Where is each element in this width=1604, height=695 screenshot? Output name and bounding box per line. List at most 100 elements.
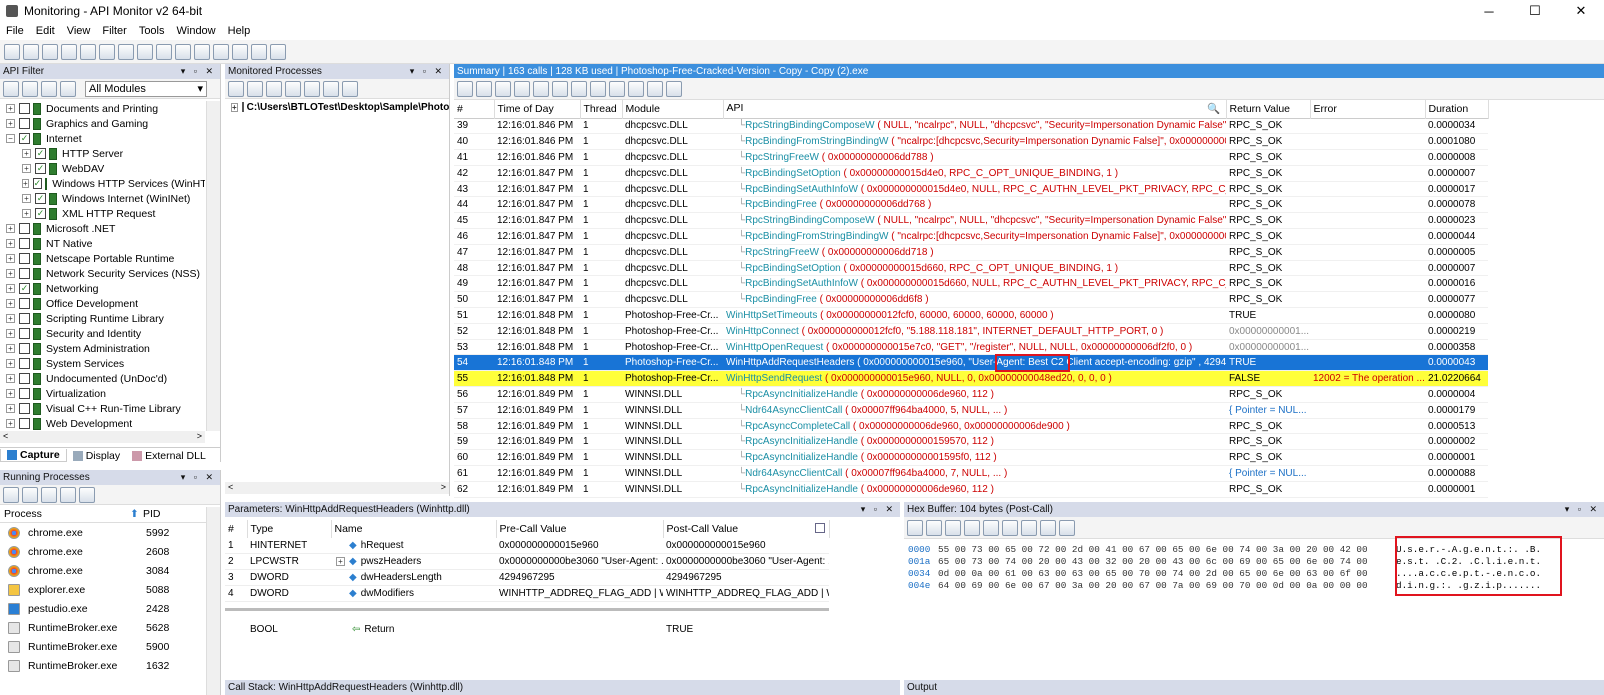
search-icon[interactable]: 🔍 (1207, 102, 1220, 115)
filter-item[interactable]: + ✓ WebDAV (0, 161, 205, 176)
menu-file[interactable]: File (0, 25, 30, 37)
tab-display[interactable]: Display (67, 450, 126, 462)
expand-icon[interactable]: + (336, 557, 345, 567)
api-call-row[interactable]: 52 12:16:01.848 PM 1 Photoshop-Free-Cr... Wi… (454, 323, 1488, 340)
expand-icon[interactable]: + (6, 329, 15, 338)
checkbox[interactable] (19, 298, 30, 309)
open-icon[interactable] (4, 43, 20, 60)
attach-icon[interactable] (79, 486, 95, 503)
api-call-row[interactable]: 43 12:16:01.847 PM 1 dhcpcsvc.DLL └RpcBindin… (454, 181, 1488, 198)
expand-icon[interactable]: + (6, 284, 15, 293)
endian-left-icon[interactable] (1040, 519, 1056, 536)
api-call-row[interactable]: 58 12:16:01.849 PM 1 WINNSI.DLL └RpcAsyncCom… (454, 418, 1488, 435)
expand-icon[interactable]: − (6, 134, 15, 143)
expand-icon[interactable]: + (6, 374, 15, 383)
expand-icon[interactable]: + (22, 194, 31, 203)
view-icon[interactable] (514, 80, 530, 97)
col-time[interactable]: Time of Day (494, 100, 581, 118)
api-call-row[interactable]: 50 12:16:01.847 PM 1 dhcpcsvc.DLL └RpcBindin… (454, 291, 1488, 309)
refresh-icon[interactable] (41, 486, 57, 503)
delete-icon[interactable] (41, 80, 57, 97)
filter-item[interactable]: + Graphics and Gaming (0, 116, 205, 131)
filter-item[interactable]: + Netscape Portable Runtime (0, 251, 205, 266)
byte-1-icon[interactable] (964, 519, 980, 536)
goto-icon[interactable] (457, 80, 473, 97)
checkbox[interactable] (19, 403, 30, 414)
expand-icon[interactable]: + (6, 224, 15, 233)
byte-4-icon[interactable] (1002, 519, 1018, 536)
monitored-process-item[interactable]: + C:\Users\BTLOTest\Desktop\Sample\Photo (225, 99, 449, 115)
parameter-row[interactable]: 1HINTERNET+◆hRequest0x000000000015e9600x… (225, 538, 829, 554)
parameter-row[interactable]: 2 LPCWSTR + ◆ pwszHeaders 0x0000000000be3060 … (225, 554, 829, 570)
filter-item[interactable]: + System Administration (0, 341, 205, 356)
parameter-row[interactable]: 3DWORD+◆dwHeadersLength42949672954294967… (225, 570, 829, 586)
expand-icon[interactable]: + (6, 269, 15, 278)
filter-item[interactable]: + NT Native (0, 236, 205, 251)
filter-item[interactable]: + Virtualization (0, 386, 205, 401)
api-call-row[interactable]: 44 12:16:01.847 PM 1 dhcpcsvc.DLL └RpcBindin… (454, 196, 1488, 214)
checkbox[interactable] (19, 328, 30, 339)
expand-icon[interactable]: + (6, 314, 15, 323)
checkbox[interactable] (19, 343, 30, 354)
process-row[interactable]: RuntimeBroker.exe 5628 (0, 618, 220, 637)
process-row[interactable]: chrome.exe 5992 (0, 523, 220, 542)
parameter-row[interactable]: 4DWORD+◆dwModifiersWINHTTP_ADDREQ_FLAG_A… (225, 585, 829, 602)
param-col-number[interactable]: # (225, 520, 248, 538)
process-row[interactable]: chrome.exe 3084 (0, 561, 220, 580)
api-call-row[interactable]: 53 12:16:01.848 PM 1 Photoshop-Free-Cr... Wi… (454, 339, 1488, 356)
module-select[interactable]: All Modules ▾ (85, 80, 207, 97)
monitor-service-icon[interactable] (247, 80, 263, 97)
filter-item[interactable]: + Web Development (0, 416, 205, 431)
filter-item[interactable]: + Visual C++ Run-Time Library (0, 401, 205, 416)
filter-item[interactable]: + Security and Identity (0, 326, 205, 341)
copy-icon[interactable] (926, 519, 942, 536)
color-icon[interactable] (495, 80, 511, 97)
save-icon[interactable] (907, 519, 923, 536)
checkbox[interactable]: ✓ (19, 283, 30, 294)
col-thread[interactable]: Thread (580, 100, 623, 118)
monitor-window-icon[interactable] (266, 80, 282, 97)
api-call-row[interactable]: 56 12:16:01.849 PM 1 WINNSI.DLL └RpcAsyncIni… (454, 386, 1488, 403)
options-icon[interactable] (194, 43, 210, 60)
col-pid[interactable]: PID (140, 508, 200, 520)
endian-right-icon[interactable] (1059, 519, 1075, 536)
param-col-type[interactable]: Type (247, 520, 332, 538)
options-icon[interactable] (304, 80, 320, 97)
filter-item[interactable]: + ✓ Networking (0, 281, 205, 296)
byte-2-icon[interactable] (983, 519, 999, 536)
checkbox[interactable] (19, 268, 30, 279)
checkbox[interactable] (19, 253, 30, 264)
filter-item[interactable]: + ✓ XML HTTP Request (0, 206, 205, 221)
columns-icon[interactable] (814, 523, 825, 533)
save-icon[interactable] (22, 80, 38, 97)
col-number[interactable]: # (454, 100, 495, 118)
param-col-pre[interactable]: Pre-Call Value (496, 520, 664, 538)
api-call-row[interactable]: 49 12:16:01.847 PM 1 dhcpcsvc.DLL └RpcBindin… (454, 275, 1488, 293)
api-call-row[interactable]: 60 12:16:01.849 PM 1 WINNSI.DLL └RpcAsyncIni… (454, 449, 1488, 467)
col-process[interactable]: Process (0, 508, 130, 520)
checkbox[interactable] (19, 418, 30, 429)
tab-external-dll[interactable]: External DLL (126, 450, 212, 462)
tools-icon[interactable] (213, 43, 229, 60)
expand-icon[interactable]: + (22, 149, 31, 158)
col-api[interactable]: API 🔍 (723, 100, 1227, 118)
api-call-row[interactable]: 48 12:16:01.847 PM 1 dhcpcsvc.DLL └RpcBindin… (454, 260, 1488, 277)
expand-icon[interactable]: + (22, 164, 31, 173)
filter-scrollbar-h[interactable]: < > (0, 431, 205, 443)
find-icon[interactable] (476, 80, 492, 97)
monitored-scrollbar-h[interactable]: < > (225, 482, 449, 494)
process-icon[interactable] (175, 43, 191, 60)
api-call-row[interactable]: 59 12:16:01.849 PM 1 WINNSI.DLL └RpcAsyncIni… (454, 433, 1488, 451)
panel-icon[interactable] (137, 43, 153, 60)
print-icon[interactable] (80, 43, 96, 60)
monitor-new-icon[interactable] (228, 80, 244, 97)
expand-icon[interactable]: + (6, 344, 15, 353)
copy-icon[interactable] (42, 43, 58, 60)
trash-icon[interactable] (666, 80, 682, 97)
filter-item[interactable]: + ✓ Windows Internet (WinINet) (0, 191, 205, 206)
checkbox[interactable] (19, 358, 30, 369)
filter-item[interactable]: + Office Development (0, 296, 205, 311)
checkbox[interactable] (19, 238, 30, 249)
trash-icon[interactable] (342, 80, 358, 97)
expand-icon[interactable]: + (231, 102, 238, 112)
